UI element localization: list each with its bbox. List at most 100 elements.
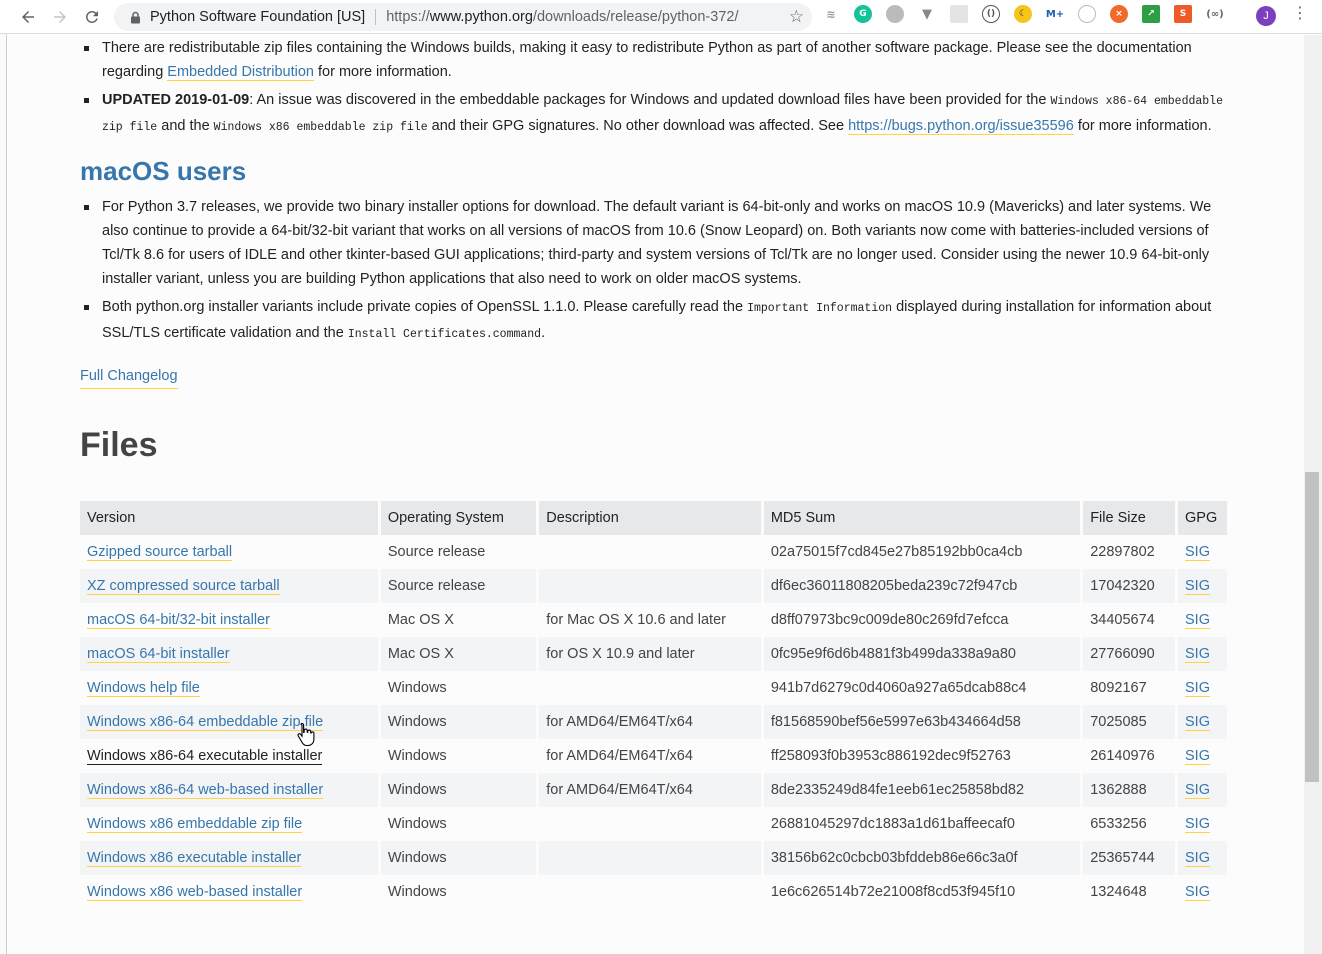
- gpg-sig-link[interactable]: SIG: [1185, 714, 1210, 731]
- cell-size: 7025085: [1081, 705, 1178, 739]
- forward-button[interactable]: [45, 2, 75, 32]
- download-link[interactable]: Windows x86-64 embeddable zip file: [87, 714, 324, 731]
- url-divider: [375, 9, 377, 25]
- cell-size: 22897802: [1081, 535, 1178, 569]
- os-cell-text: Windows: [387, 884, 447, 900]
- cell-os: Windows: [379, 739, 540, 773]
- dark-mode-moon-icon[interactable]: ☾: [1014, 5, 1032, 23]
- size-cell-text: 1324648: [1090, 884, 1147, 900]
- extension-link-icon[interactable]: (∞): [1206, 5, 1224, 23]
- reload-button[interactable]: [77, 2, 107, 32]
- extension-orange-s-icon[interactable]: S: [1174, 5, 1192, 23]
- gpg-sig-link[interactable]: SIG: [1185, 612, 1210, 629]
- gpg-sig-link[interactable]: SIG: [1185, 782, 1210, 799]
- download-link[interactable]: Windows x86-64 web-based installer: [87, 782, 324, 799]
- cell-version: Windows help file: [80, 671, 381, 705]
- download-link[interactable]: XZ compressed source tarball: [87, 578, 280, 595]
- files-table-body: Gzipped source tarball Source release 02a7…: [80, 535, 1230, 909]
- browser-menu-icon[interactable]: ⋮: [1292, 5, 1308, 21]
- cell-md5: df6ec36011808205beda239c72f947cb: [762, 569, 1084, 603]
- cell-md5: 941b7d6279c0d4060a927a65dcab88c4: [762, 671, 1084, 705]
- cell-desc: for AMD64/EM64T/x64: [537, 705, 764, 739]
- cell-desc: [537, 841, 764, 875]
- extension-circle-icon[interactable]: [886, 5, 904, 23]
- description-cell-text: for Mac OS X 10.6 and later: [546, 612, 726, 628]
- extension-wave-icon[interactable]: ≋: [822, 5, 840, 23]
- gpg-sig-link[interactable]: SIG: [1185, 816, 1210, 833]
- page-viewport: There are redistributable zip files cont…: [8, 35, 1304, 954]
- gpg-sig-link[interactable]: SIG: [1185, 578, 1210, 595]
- download-link[interactable]: Windows help file: [87, 680, 200, 697]
- cell-version: Windows x86-64 executable installer: [80, 739, 381, 773]
- cell-gpg: SIG: [1176, 739, 1230, 773]
- os-cell-text: Windows: [387, 680, 447, 696]
- download-link[interactable]: macOS 64-bit installer: [87, 646, 230, 663]
- table-row: Windows x86-64 embeddable zip file Window…: [80, 705, 1230, 739]
- download-link[interactable]: macOS 64-bit/32-bit installer: [87, 612, 270, 629]
- lock-icon: [124, 11, 146, 24]
- download-link[interactable]: Windows x86 executable installer: [87, 850, 302, 867]
- gpg-sig-link[interactable]: SIG: [1185, 748, 1210, 765]
- cell-os: Windows: [379, 705, 540, 739]
- cell-gpg: SIG: [1176, 705, 1230, 739]
- download-link[interactable]: Windows x86 web-based installer: [87, 884, 303, 901]
- size-cell-text: 27766090: [1090, 646, 1155, 662]
- vuejs-devtools-icon[interactable]: ▼: [918, 5, 936, 23]
- profile-avatar[interactable]: J: [1256, 6, 1276, 26]
- cell-size: 17042320: [1081, 569, 1178, 603]
- column-header-size: File Size: [1081, 501, 1178, 535]
- cell-gpg: SIG: [1176, 603, 1230, 637]
- windows-note-update: UPDATED 2019-01-09: An issue was discove…: [80, 88, 1230, 140]
- cell-os: Windows: [379, 875, 540, 909]
- browser-toolbar: Python Software Foundation [US] https://…: [0, 0, 1322, 34]
- cell-size: 6533256: [1081, 807, 1178, 841]
- cell-desc: [537, 807, 764, 841]
- cell-md5: 8de2335249d84fe1eeb61ec25858bd82: [762, 773, 1084, 807]
- cell-version: Windows x86 embeddable zip file: [80, 807, 381, 841]
- gpg-sig-link[interactable]: SIG: [1185, 884, 1210, 901]
- gpg-sig-link[interactable]: SIG: [1185, 646, 1210, 663]
- extension-orange-x-icon[interactable]: ×: [1110, 5, 1128, 23]
- address-bar[interactable]: Python Software Foundation [US] https://…: [114, 3, 812, 31]
- cell-os: Windows: [379, 807, 540, 841]
- cell-version: macOS 64-bit installer: [80, 637, 381, 671]
- cell-os: Windows: [379, 841, 540, 875]
- cell-desc: for AMD64/EM64T/x64: [537, 773, 764, 807]
- full-changelog-link[interactable]: Full Changelog: [80, 364, 178, 389]
- grammarly-icon[interactable]: G: [854, 5, 872, 23]
- cell-size: 8092167: [1081, 671, 1178, 705]
- files-table: Version Operating System Description MD5…: [80, 501, 1230, 909]
- os-cell-text: Source release: [387, 578, 486, 594]
- download-link[interactable]: Windows x86-64 executable installer: [87, 748, 323, 765]
- os-cell-text: Mac OS X: [387, 646, 454, 662]
- column-header-description: Description: [537, 501, 764, 535]
- cell-gpg: SIG: [1176, 807, 1230, 841]
- extension-green-arrow-icon[interactable]: ↗: [1142, 5, 1160, 23]
- os-cell-text: Mac OS X: [387, 612, 454, 628]
- gpg-sig-link[interactable]: SIG: [1185, 544, 1210, 561]
- bookmark-star-icon[interactable]: ☆: [789, 7, 804, 27]
- scrollbar-thumb[interactable]: [1305, 472, 1319, 782]
- back-button[interactable]: [13, 2, 43, 32]
- extensions-row: ≋ G ▼ () ☾ M+ × ↗ S (∞): [822, 5, 1238, 23]
- download-link[interactable]: Gzipped source tarball: [87, 544, 233, 561]
- extension-brackets-icon[interactable]: (): [982, 5, 1000, 23]
- macos-note-openssl: Both python.org installer variants inclu…: [80, 295, 1230, 347]
- column-header-gpg: GPG: [1176, 501, 1230, 535]
- size-cell-text: 1362888: [1090, 782, 1147, 798]
- md5-cell-text: 8de2335249d84fe1eeb61ec25858bd82: [770, 782, 1025, 798]
- size-cell-text: 7025085: [1090, 714, 1147, 730]
- os-cell-text: Windows: [387, 748, 447, 764]
- extension-timer-icon[interactable]: [1078, 5, 1096, 23]
- embedded-distribution-link[interactable]: Embedded Distribution: [167, 64, 314, 81]
- extension-m-plus-icon[interactable]: M+: [1046, 5, 1064, 23]
- bug-tracker-link[interactable]: https://bugs.python.org/issue35596: [848, 118, 1074, 135]
- cell-size: 1362888: [1081, 773, 1178, 807]
- description-cell-text: for OS X 10.9 and later: [546, 646, 695, 662]
- gpg-sig-link[interactable]: SIG: [1185, 680, 1210, 697]
- extension-square-icon[interactable]: [950, 5, 968, 23]
- cell-os: Source release: [379, 535, 540, 569]
- download-link[interactable]: Windows x86 embeddable zip file: [87, 816, 303, 833]
- gpg-sig-link[interactable]: SIG: [1185, 850, 1210, 867]
- cell-version: Windows x86-64 web-based installer: [80, 773, 381, 807]
